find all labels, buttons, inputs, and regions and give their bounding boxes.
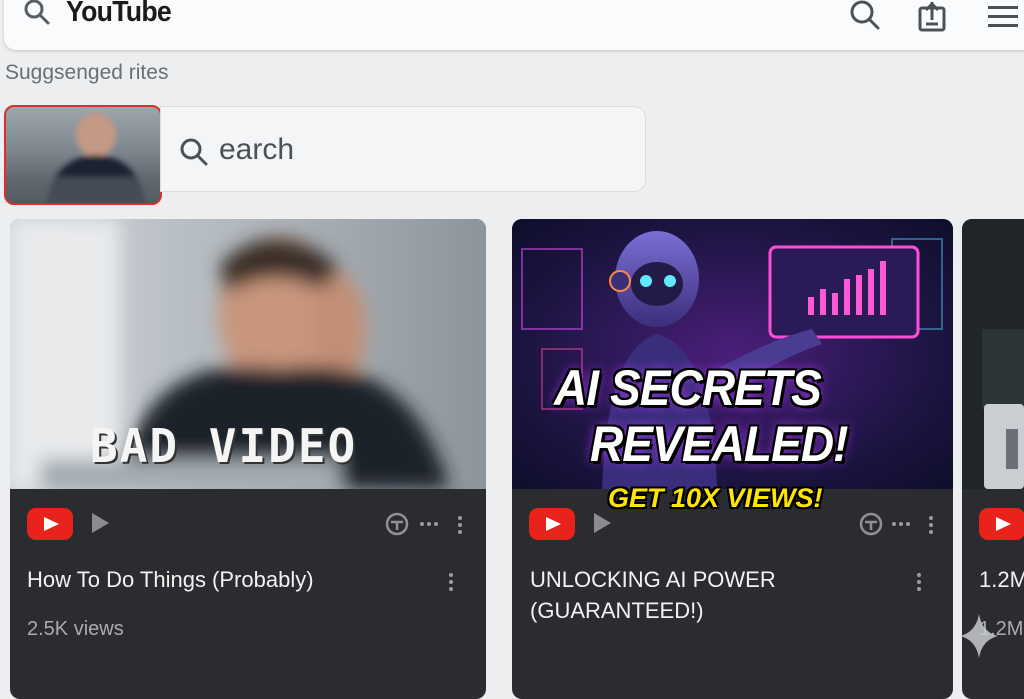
selected-video-thumbnail[interactable] [4,105,162,205]
search-icon[interactable] [848,0,882,32]
timer-icon[interactable] [384,511,410,537]
play-icon[interactable] [92,513,109,533]
person-silhouette [6,113,160,203]
thumbnail-subheadline: GET 10X VIEWS! [608,483,823,513]
thumbnail-headline: REVEALED! [590,416,848,472]
video-card[interactable]: AI SECRETS REVEALED! GET 10X VIEWS! UNLO… [512,219,953,699]
section-heading: Suggsenged rites [5,61,169,84]
video-card[interactable]: BAD VIDEO How To Do Things (Probably) 2.… [10,219,486,699]
more-vert-icon[interactable] [458,516,462,537]
upload-icon[interactable] [918,2,948,32]
youtube-play-logo [27,508,73,540]
play-icon[interactable] [594,513,611,533]
more-vert-icon[interactable] [929,516,933,537]
video-thumbnail[interactable] [962,219,1024,489]
video-thumbnail[interactable]: AI SECRETS REVEALED! GET 10X VIEWS! [512,219,953,513]
video-title[interactable]: 1.2M [979,564,1024,595]
person-at-laptop-image [962,219,1024,489]
video-title[interactable]: UNLOCKING AI POWER [530,564,776,595]
video-title[interactable]: (GUARANTEED!) [530,595,704,626]
timer-icon[interactable] [858,511,884,537]
video-title[interactable]: How To Do Things (Probably) [27,564,314,595]
thumbnail-caption: BAD VIDEO [90,419,358,473]
search-icon[interactable] [22,0,52,28]
thumbnail-headline: AI SECRETS [554,360,822,416]
search-icon [180,138,208,166]
view-count: 2.5K views [27,618,124,640]
youtube-play-logo [529,508,575,540]
search-bar[interactable]: earch [160,106,646,192]
more-vert-icon[interactable] [449,573,453,594]
more-vert-icon[interactable] [917,573,921,594]
video-thumbnail[interactable]: BAD VIDEO [10,219,486,489]
more-options-icon[interactable] [420,522,441,526]
youtube-play-logo [979,508,1024,540]
menu-icon[interactable] [986,5,1020,29]
youtube-logo[interactable]: YouTube [66,0,172,29]
search-input[interactable]: earch [219,133,294,167]
sparkle-icon [960,614,998,658]
more-options-icon[interactable] [892,522,913,526]
